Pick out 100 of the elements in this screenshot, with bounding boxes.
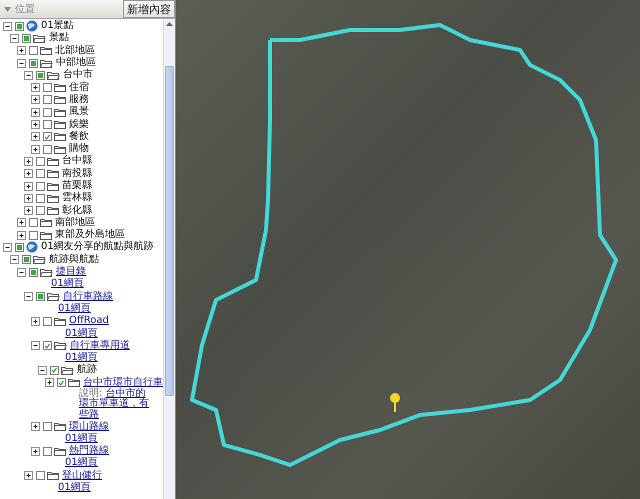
folder-link[interactable]: OffRoad	[69, 315, 109, 328]
expand-icon[interactable]	[31, 446, 40, 456]
scrollbar-thumb[interactable]	[165, 66, 174, 396]
expand-icon[interactable]	[24, 194, 33, 203]
tree-item-label[interactable]: 中部地區	[56, 57, 96, 70]
expand-icon[interactable]	[31, 120, 40, 130]
folder-icon[interactable]	[40, 45, 52, 56]
tree-item-label[interactable]: 服務	[69, 94, 89, 106]
collapse-icon[interactable]	[10, 34, 19, 43]
checkbox[interactable]	[36, 169, 45, 178]
folder-link[interactable]: 登山健行	[62, 470, 102, 482]
folder-icon[interactable]	[54, 119, 66, 130]
expand-icon[interactable]	[24, 182, 33, 190]
tree-item-label[interactable]: 餐飲	[69, 130, 89, 143]
checkbox[interactable]	[36, 182, 45, 190]
tree-item-label[interactable]: 彰化縣	[62, 204, 92, 217]
checkbox[interactable]	[36, 70, 45, 80]
folder-link[interactable]: 自行車專用道	[70, 340, 130, 352]
web-page-link[interactable]: 01網頁	[65, 328, 98, 340]
expand-icon[interactable]	[31, 132, 40, 142]
folder-icon[interactable]	[54, 82, 66, 94]
folder-icon[interactable]	[54, 131, 66, 142]
tree-item-label[interactable]: 01網友分享的航點與航跡	[41, 241, 154, 254]
expand-icon[interactable]	[24, 471, 33, 480]
checkbox[interactable]	[43, 95, 52, 104]
collapse-icon[interactable]	[24, 292, 33, 302]
folder-icon[interactable]	[40, 230, 52, 241]
tree-item-label[interactable]: 苗栗縣	[62, 180, 92, 192]
tree-item-label[interactable]: 台中縣	[62, 155, 92, 168]
collapse-icon[interactable]	[10, 255, 19, 264]
tree-item-label[interactable]: 北部地區	[55, 44, 95, 57]
expand-icon[interactable]	[31, 422, 40, 432]
web-page-link[interactable]: 01網頁	[65, 352, 98, 364]
collapse-icon[interactable]	[24, 70, 33, 80]
expand-icon[interactable]	[17, 46, 26, 56]
globe-icon[interactable]	[26, 241, 38, 254]
checkbox[interactable]	[43, 446, 52, 456]
tree-item-label[interactable]: 航跡	[77, 364, 97, 376]
folder-icon[interactable]	[40, 217, 52, 228]
web-page-link[interactable]: 01網頁	[65, 457, 98, 470]
tree-item-label[interactable]: 雲林縣	[62, 192, 92, 204]
folder-icon[interactable]	[47, 470, 59, 482]
checkbox[interactable]	[29, 46, 38, 56]
checkbox[interactable]	[29, 58, 38, 68]
collapse-icon[interactable]	[38, 366, 47, 375]
checkbox[interactable]	[36, 156, 45, 166]
expand-icon[interactable]	[24, 156, 33, 166]
tree-item-label[interactable]: 東部及外島地區	[55, 229, 125, 242]
tree-item-label[interactable]: 01景點	[41, 20, 74, 32]
expand-icon[interactable]	[31, 144, 40, 154]
folder-icon[interactable]	[47, 156, 59, 167]
globe-icon[interactable]	[26, 20, 38, 32]
folder-icon[interactable]	[47, 205, 59, 216]
tree-item-label[interactable]: 風景	[69, 106, 89, 118]
collapse-icon[interactable]	[17, 268, 26, 277]
folder-link[interactable]: 熱門路線	[69, 445, 109, 458]
checkbox[interactable]	[29, 268, 38, 277]
folder-link[interactable]: 環山路線	[69, 420, 109, 433]
open-folder-icon[interactable]	[33, 32, 46, 44]
open-folder-icon[interactable]	[40, 266, 53, 278]
checkbox[interactable]	[36, 194, 45, 203]
pushpin-icon[interactable]	[388, 392, 402, 412]
web-page-link[interactable]: 01網頁	[51, 278, 84, 290]
collapse-icon[interactable]	[3, 242, 12, 252]
expand-icon[interactable]	[31, 83, 40, 92]
collapse-icon[interactable]	[3, 22, 12, 31]
tree-item-label[interactable]: 航跡與航點	[49, 254, 99, 266]
checkbox[interactable]	[22, 255, 31, 264]
collapse-icon[interactable]	[17, 58, 26, 68]
web-page-link[interactable]: 01網頁	[65, 432, 98, 445]
add-content-button[interactable]: 新增內容	[123, 0, 175, 18]
folder-link[interactable]: 台中市環市自行車	[83, 376, 163, 389]
checkbox[interactable]	[29, 230, 38, 240]
folder-icon[interactable]	[47, 168, 59, 180]
expand-icon[interactable]	[24, 169, 33, 178]
tree-item-label[interactable]: 台中市	[63, 69, 93, 82]
open-folder-icon[interactable]	[40, 58, 53, 69]
folder-icon[interactable]	[68, 377, 80, 388]
expand-icon[interactable]	[31, 316, 40, 326]
checkbox[interactable]	[43, 422, 52, 432]
folder-icon[interactable]	[47, 180, 59, 192]
checkbox[interactable]	[43, 316, 52, 326]
checkbox[interactable]	[15, 22, 24, 31]
expand-icon[interactable]	[24, 206, 33, 216]
web-page-link[interactable]: 01網頁	[58, 482, 91, 494]
tree-item-label[interactable]: 購物	[69, 143, 89, 156]
checkbox[interactable]	[43, 144, 52, 154]
expand-icon[interactable]	[17, 218, 26, 228]
folder-link[interactable]: 自行車路線	[63, 290, 113, 303]
open-folder-icon[interactable]	[61, 364, 74, 376]
tree-item-label[interactable]: 住宿	[69, 82, 89, 94]
collapse-icon[interactable]	[31, 341, 40, 350]
expand-icon[interactable]	[31, 108, 40, 117]
checkbox[interactable]	[36, 471, 45, 480]
folder-icon[interactable]	[54, 94, 66, 106]
folder-icon[interactable]	[54, 106, 66, 118]
checkbox[interactable]	[43, 108, 52, 117]
open-folder-icon[interactable]	[33, 254, 46, 266]
folder-icon[interactable]	[47, 192, 59, 204]
expand-icon[interactable]	[17, 230, 26, 240]
